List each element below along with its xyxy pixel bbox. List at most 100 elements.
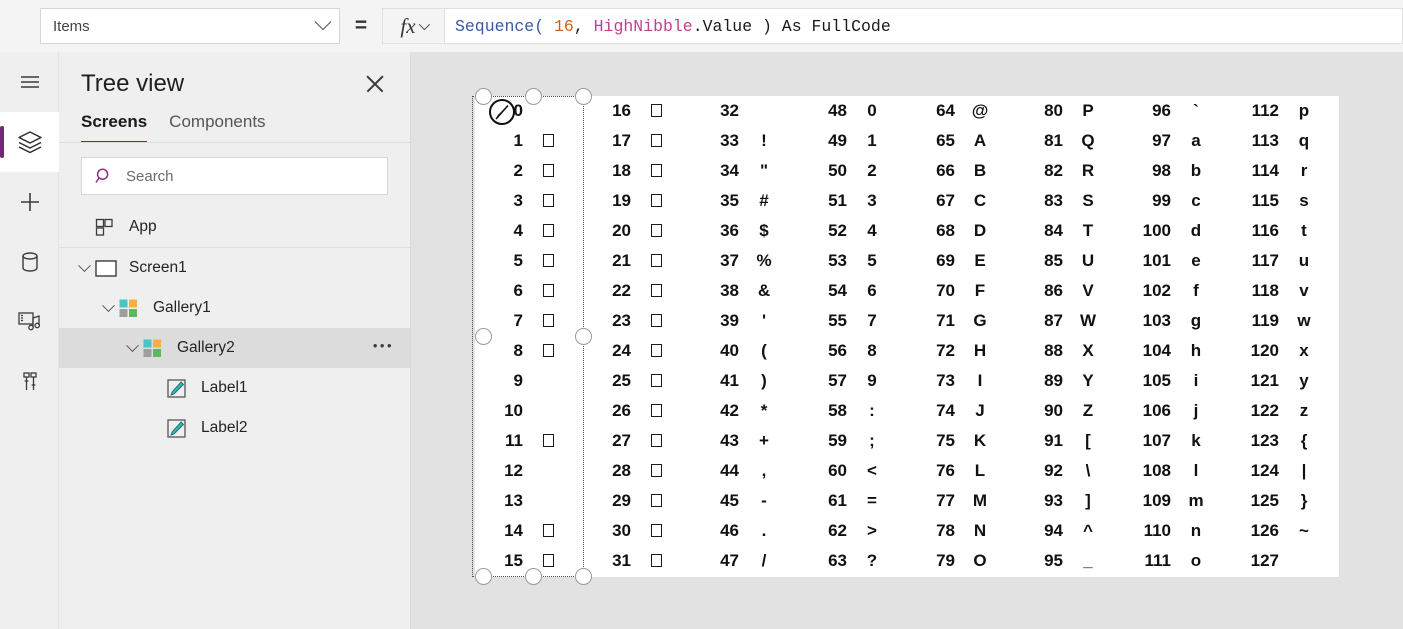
search-input[interactable]: Search — [81, 157, 388, 195]
resize-handle-top-right[interactable] — [575, 88, 592, 105]
ascii-code-number: 33 — [720, 131, 739, 150]
ascii-code-number: 86 — [1044, 281, 1063, 300]
chevron-down-icon — [418, 18, 430, 31]
ascii-code-number: 36 — [720, 221, 739, 240]
chevron-down-icon[interactable] — [97, 298, 119, 313]
ascii-glyph: O — [973, 551, 987, 570]
resize-handle-bottom-center[interactable] — [525, 568, 542, 585]
rail-item-insert[interactable] — [0, 172, 59, 232]
tab-screens[interactable]: Screens — [81, 112, 148, 143]
unprintable-box-glyph — [542, 524, 554, 537]
ascii-code-number: 28 — [612, 461, 631, 480]
ascii-glyph: a — [1191, 131, 1201, 150]
rail-item-media[interactable] — [0, 292, 59, 352]
ascii-cell: 127 — [1231, 546, 1339, 576]
ascii-glyph: z — [1299, 401, 1309, 420]
ascii-cell: 56 8 — [799, 336, 907, 366]
ascii-glyph: 9 — [867, 371, 877, 390]
ascii-cell: 12 — [475, 456, 583, 486]
fx-button[interactable]: fx — [382, 8, 444, 44]
ascii-code-number: 54 — [828, 281, 847, 300]
ascii-code-number: 112 — [1251, 101, 1279, 120]
ascii-code-number: 89 — [1044, 371, 1063, 390]
chevron-down-icon[interactable] — [121, 338, 143, 353]
ascii-code-number: 19 — [612, 191, 631, 210]
tree-item-screen1[interactable]: Screen1 — [59, 248, 410, 288]
resize-handle-middle-left[interactable] — [475, 328, 492, 345]
ascii-code-number: 77 — [936, 491, 955, 510]
tree-item-app[interactable]: App — [59, 207, 410, 247]
property-select[interactable]: Items — [40, 8, 340, 44]
ascii-glyph: + — [759, 431, 769, 450]
resize-handle-middle-right[interactable] — [575, 328, 592, 345]
rail-item-advanced[interactable] — [0, 352, 59, 412]
app-icon — [95, 218, 121, 237]
ascii-code-number: 90 — [1044, 401, 1063, 420]
ascii-code-number: 106 — [1142, 401, 1171, 420]
ascii-code-number: 93 — [1044, 491, 1063, 510]
ascii-code-number: 69 — [936, 251, 955, 270]
ascii-glyph: $ — [759, 221, 769, 240]
ascii-glyph: 6 — [867, 281, 877, 300]
ascii-code-number: 83 — [1044, 191, 1063, 210]
ascii-cell: 61 = — [799, 486, 907, 516]
app-screen[interactable]: 0 1 2 3 4 5 6 7 8 9 10 11 12 13 14 15 16 17 18 19 20 21 22 23 24… — [475, 96, 1339, 577]
ascii-code-number: 78 — [936, 521, 955, 540]
ascii-cell: 5 — [475, 246, 583, 276]
ascii-cell: 10 — [475, 396, 583, 426]
ascii-cell: 89 Y — [1015, 366, 1123, 396]
unprintable-box-glyph — [650, 194, 662, 207]
ascii-glyph: U — [1081, 251, 1095, 270]
ascii-cell: 57 9 — [799, 366, 907, 396]
ascii-code-number: 47 — [720, 551, 739, 570]
close-icon[interactable] — [362, 71, 388, 97]
ascii-cell: 103 g — [1123, 306, 1231, 336]
tree-item-gallery1[interactable]: Gallery1 — [59, 288, 410, 328]
ascii-cell: 38 & — [691, 276, 799, 306]
ascii-cell: 83 S — [1015, 186, 1123, 216]
formula-input[interactable]: Sequence( 16, HighNibble .Value ) As Full… — [444, 8, 1403, 44]
ascii-cell: 16 — [583, 96, 691, 126]
ascii-glyph: C — [973, 191, 987, 210]
hamburger-menu-icon — [20, 76, 39, 88]
rail-item-data[interactable] — [0, 232, 59, 292]
unprintable-box-glyph — [650, 344, 662, 357]
ascii-code-number: 40 — [720, 341, 739, 360]
ascii-glyph: R — [1081, 161, 1095, 180]
chevron-down-icon[interactable] — [73, 258, 95, 273]
gallery-icon — [119, 299, 145, 318]
ascii-glyph: o — [1190, 551, 1202, 570]
ascii-cell: 18 — [583, 156, 691, 186]
ascii-cell: 82 R — [1015, 156, 1123, 186]
tree-item-gallery2[interactable]: Gallery2 ••• — [59, 328, 410, 368]
resize-handle-bottom-left[interactable] — [475, 568, 492, 585]
ascii-code-number: 41 — [720, 371, 739, 390]
ascii-glyph: c — [1191, 191, 1201, 210]
ascii-cell: 2 — [475, 156, 583, 186]
ascii-cell: 90 Z — [1015, 396, 1123, 426]
ascii-code-number: 38 — [720, 281, 739, 300]
tab-components[interactable]: Components — [169, 112, 265, 143]
tree-item-label1[interactable]: Label1 — [59, 368, 410, 408]
unprintable-box-glyph — [542, 434, 554, 447]
ascii-cell: 91 [ — [1015, 426, 1123, 456]
ascii-glyph: X — [1082, 341, 1094, 360]
ascii-cell: 24 — [583, 336, 691, 366]
ascii-cell: 114 r — [1231, 156, 1339, 186]
tree-item-label2[interactable]: Label2 — [59, 408, 410, 448]
ascii-code-number: 22 — [612, 281, 631, 300]
ascii-cell: 100 d — [1123, 216, 1231, 246]
resize-handle-top-center[interactable] — [525, 88, 542, 105]
ascii-code-number: 11 — [505, 431, 523, 450]
ascii-glyph: ; — [869, 431, 875, 450]
rail-item-menu[interactable] — [0, 52, 59, 112]
ascii-code-number: 113 — [1251, 131, 1279, 150]
tree-item-label: App — [129, 218, 157, 235]
advanced-tools-icon — [22, 372, 37, 390]
ascii-glyph: N — [973, 521, 987, 540]
ascii-code-number: 49 — [828, 131, 847, 150]
rail-item-tree-view[interactable] — [0, 112, 59, 172]
resize-handle-bottom-right[interactable] — [575, 568, 592, 585]
unprintable-box-glyph — [650, 494, 662, 507]
more-options-icon[interactable]: ••• — [373, 338, 394, 359]
